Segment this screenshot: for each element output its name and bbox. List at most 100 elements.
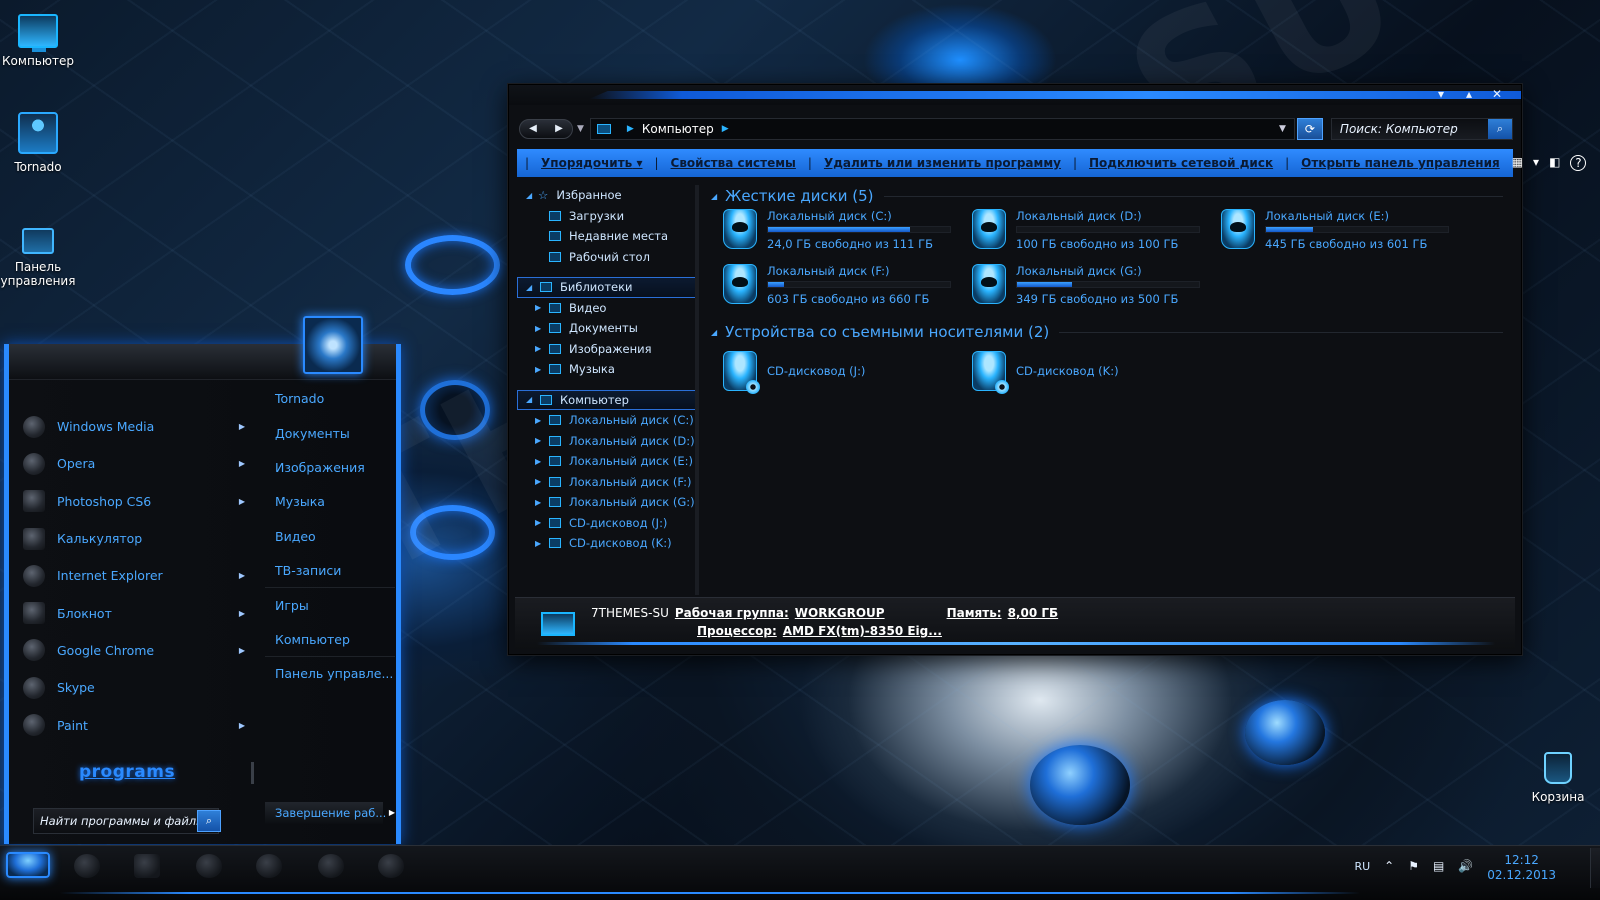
start-search-input[interactable]: Найти программы и файлы — [33, 808, 219, 834]
clock[interactable]: 12:12 02.12.2013 — [1487, 853, 1556, 883]
refresh-button[interactable]: ⟳ — [1296, 118, 1323, 140]
drive-item[interactable]: Локальный диск (C:) 24,0 ГБ свободно из … — [723, 209, 972, 256]
organize-button[interactable]: Упорядочить ▾ — [529, 156, 654, 170]
nav-music[interactable]: ▶ Музыка — [517, 359, 697, 380]
nav-drive-g[interactable]: ▶ Локальный диск (G:) — [517, 492, 697, 513]
nav-cd-drive-j[interactable]: ▶ CD-дисковод (J:) — [517, 513, 697, 534]
shutdown-options-icon[interactable]: ▶ — [385, 802, 399, 824]
navigation-scrollbar[interactable] — [695, 185, 699, 595]
collapse-arrow-icon[interactable]: ◢ — [526, 191, 536, 200]
breadcrumb-separator-icon[interactable]: ▶ — [627, 124, 634, 134]
network-icon[interactable]: ▤ — [1433, 859, 1444, 873]
drive-item[interactable]: Локальный диск (F:) 603 ГБ свободно из 6… — [723, 264, 972, 311]
forward-button[interactable]: ▶ — [546, 120, 572, 138]
nav-libraries[interactable]: ◢ Библиотеки — [517, 277, 697, 298]
address-bar[interactable]: ▶ Компьютер ▶ ▼ — [589, 118, 1295, 140]
internet-explorer-taskbar-icon[interactable] — [196, 854, 222, 878]
link-documents[interactable]: Документы — [265, 416, 395, 450]
link-computer[interactable]: Компьютер — [265, 623, 395, 658]
pictures-icon — [549, 343, 561, 354]
recent-pages-dropdown[interactable]: ▼ — [577, 124, 584, 134]
desktop-icon-recycle-bin[interactable]: Корзина — [1518, 752, 1598, 804]
nav-drive-d[interactable]: ▶ Локальный диск (D:) — [517, 431, 697, 452]
program-skype[interactable]: Skype — [17, 669, 249, 706]
drive-item[interactable]: Локальный диск (D:) 100 ГБ свободно из 1… — [972, 209, 1221, 256]
photoshop-taskbar-icon[interactable] — [134, 854, 160, 878]
link-games[interactable]: Игры — [265, 588, 395, 622]
program-windows-media[interactable]: Windows Media ▶ — [17, 408, 249, 445]
start-button[interactable] — [6, 852, 50, 878]
link-pictures[interactable]: Изображения — [265, 451, 395, 485]
program-opera[interactable]: Opera ▶ — [17, 445, 249, 482]
program-calculator[interactable]: Калькулятор — [17, 520, 249, 557]
nav-recent-places[interactable]: Недавние места — [517, 226, 697, 247]
nav-downloads[interactable]: Загрузки — [517, 206, 697, 227]
media-player-taskbar-icon[interactable] — [318, 854, 344, 878]
nav-documents[interactable]: ▶ Документы — [517, 318, 697, 339]
collapse-arrow-icon[interactable]: ◢ — [526, 283, 536, 292]
hard-disks-group-header[interactable]: ◢ Жесткие диски (5) — [709, 185, 1513, 207]
link-user-folder[interactable]: Tornado — [265, 382, 395, 416]
view-options-icon[interactable]: ▦ — [1512, 155, 1523, 171]
nav-drive-f[interactable]: ▶ Локальный диск (F:) — [517, 472, 697, 493]
drive-item[interactable]: Локальный диск (G:) 349 ГБ свободно из 5… — [972, 264, 1221, 311]
back-button[interactable]: ◀ — [520, 120, 546, 138]
close-button[interactable]: ✕ — [1491, 87, 1503, 101]
desktop-icon-user[interactable]: Tornado — [0, 112, 78, 174]
address-dropdown-icon[interactable]: ▼ — [1279, 124, 1286, 134]
preview-pane-icon[interactable]: ◧ — [1549, 155, 1560, 171]
computer-icon — [18, 14, 58, 52]
map-network-drive-button[interactable]: Подключить сетевой диск — [1077, 156, 1285, 170]
nav-drive-e[interactable]: ▶ Локальный диск (E:) — [517, 451, 697, 472]
search-icon[interactable]: ⌕ — [1488, 119, 1512, 139]
nav-cd-drive-k[interactable]: ▶ CD-дисковод (K:) — [517, 533, 697, 554]
shutdown-button[interactable]: Завершение раб... — [265, 802, 386, 824]
link-control-panel[interactable]: Панель управле... — [265, 657, 395, 691]
link-recorded-tv[interactable]: ТВ-записи — [265, 554, 395, 589]
breadcrumb-computer[interactable]: Компьютер — [642, 122, 714, 136]
link-music[interactable]: Музыка — [265, 485, 395, 519]
drive-item[interactable]: Локальный диск (E:) 445 ГБ свободно из 6… — [1221, 209, 1470, 256]
cd-drive-item[interactable]: CD-дисковод (K:) — [972, 349, 1221, 394]
program-google-chrome[interactable]: Google Chrome ▶ — [17, 632, 249, 669]
user-avatar[interactable] — [303, 316, 363, 374]
removable-group-header[interactable]: ◢ Устройства со съемными носителями (2) — [709, 321, 1513, 343]
nav-videos[interactable]: ▶ Видео — [517, 298, 697, 319]
breadcrumb-separator-icon[interactable]: ▶ — [722, 124, 729, 134]
program-internet-explorer[interactable]: Internet Explorer ▶ — [17, 557, 249, 594]
window-titlebar[interactable]: ▾ ▴ ✕ — [509, 85, 1521, 105]
program-notepad[interactable]: Блокнот ▶ — [17, 594, 249, 631]
desktop-icon-control-panel[interactable]: Панель управления — [0, 228, 78, 288]
show-desktop-button[interactable] — [1590, 848, 1600, 888]
show-hidden-icons-icon[interactable]: ⌃ — [1384, 859, 1394, 873]
internet-explorer-icon — [23, 564, 45, 587]
nav-pictures[interactable]: ▶ Изображения — [517, 339, 697, 360]
cd-drive-item[interactable]: CD-дисковод (J:) — [723, 349, 972, 394]
nav-drive-c[interactable]: ▶ Локальный диск (C:) — [517, 410, 697, 431]
volume-icon[interactable]: 🔊 — [1458, 859, 1473, 873]
search-input[interactable]: Поиск: Компьютер ⌕ — [1330, 118, 1513, 140]
program-photoshop[interactable]: Photoshop CS6 ▶ — [17, 483, 249, 520]
language-indicator[interactable]: RU — [1354, 860, 1370, 873]
help-icon[interactable]: ? — [1570, 155, 1587, 171]
explorer-taskbar-icon[interactable] — [74, 854, 100, 878]
search-icon[interactable]: ⌕ — [197, 810, 221, 832]
chrome-taskbar-icon[interactable] — [256, 854, 282, 878]
drive-usage-bar — [767, 226, 951, 233]
system-properties-button[interactable]: Свойства системы — [659, 156, 808, 170]
nav-computer[interactable]: ◢ Компьютер — [517, 389, 697, 410]
all-programs-button[interactable]: programs — [79, 762, 175, 782]
open-control-panel-button[interactable]: Открыть панель управления — [1289, 156, 1512, 170]
maximize-button[interactable]: ▴ — [1463, 87, 1475, 101]
skype-taskbar-icon[interactable] — [378, 854, 404, 878]
program-paint[interactable]: Paint ▶ — [17, 706, 249, 743]
desktop-icon-computer[interactable]: Компьютер — [0, 14, 78, 68]
view-dropdown-icon[interactable]: ▾ — [1533, 155, 1539, 171]
nav-desktop[interactable]: Рабочий стол — [517, 247, 697, 268]
link-videos[interactable]: Видео — [265, 520, 395, 554]
uninstall-program-button[interactable]: Удалить или изменить программу — [812, 156, 1073, 170]
collapse-arrow-icon[interactable]: ◢ — [526, 395, 536, 404]
nav-favorites[interactable]: ◢ ☆ Избранное — [517, 185, 697, 206]
minimize-button[interactable]: ▾ — [1435, 87, 1447, 101]
action-center-icon[interactable]: ⚑ — [1408, 859, 1419, 873]
